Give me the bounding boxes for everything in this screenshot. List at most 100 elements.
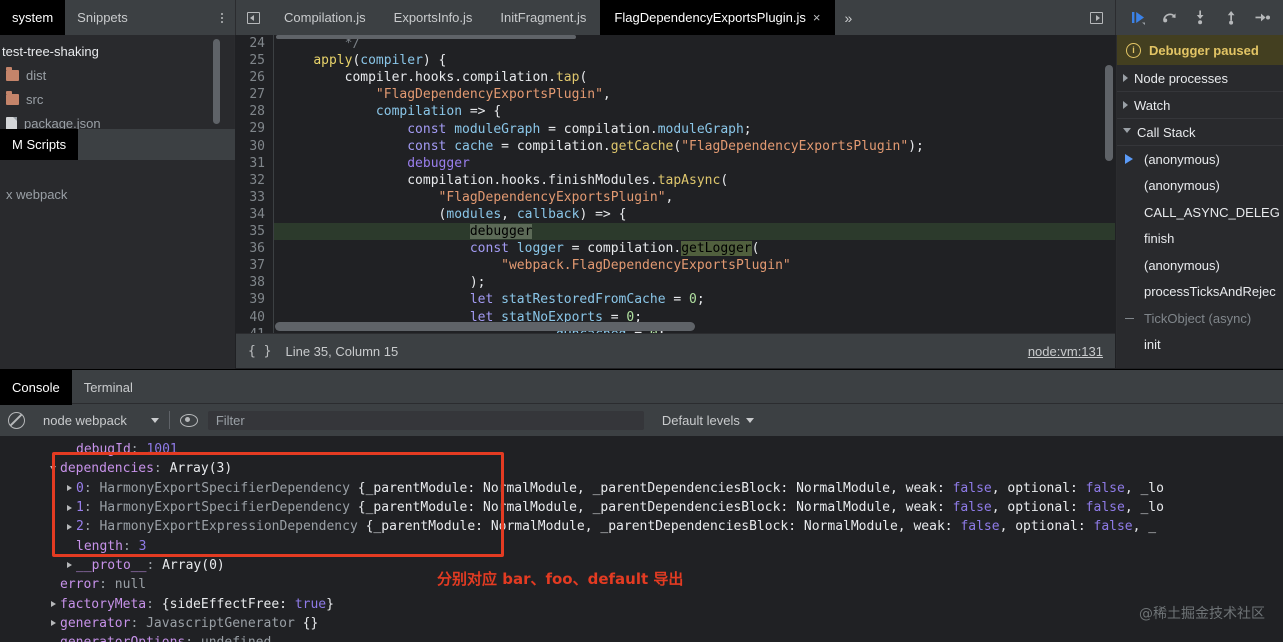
console-property-row[interactable]: debugId: 1001 (0, 440, 1283, 459)
editor-tab-exportsinfo[interactable]: ExportsInfo.js (380, 0, 487, 35)
console-property-row[interactable]: 1: HarmonyExportSpecifierDependency {_pa… (0, 498, 1283, 517)
chevron-right-icon[interactable] (62, 504, 76, 511)
code-token: apply (313, 53, 353, 69)
editor-tab-compilation[interactable]: Compilation.js (270, 0, 380, 35)
editor-tab-flagdependencyexportsplugin[interactable]: FlagDependencyExportsPlugin.js × (600, 0, 835, 35)
tree-item-dist[interactable]: dist (0, 63, 234, 87)
console-property-row[interactable]: length: 3 (0, 536, 1283, 555)
console-log-level-selector[interactable]: Default levels (662, 413, 754, 428)
editor-top-scrollbar[interactable] (276, 35, 576, 39)
line-number[interactable]: 26 (236, 69, 274, 87)
section-call-stack[interactable]: Call Stack (1117, 119, 1283, 146)
console-token: undefined (201, 635, 271, 642)
line-number[interactable]: 25 (236, 52, 274, 70)
console-property-row[interactable]: 2: HarmonyExportExpressionDependency {_p… (0, 517, 1283, 536)
code-token: compilation (282, 172, 494, 188)
sidebar-subtab-npm-scripts[interactable]: M Scripts (0, 129, 79, 160)
code-token: ( (282, 206, 447, 222)
editor-vertical-scrollbar[interactable] (1105, 65, 1113, 161)
source-origin-link[interactable]: node:vm:131 (1028, 344, 1103, 359)
drawer-tab-console[interactable]: Console (0, 370, 72, 405)
editor-tab-initfragment[interactable]: InitFragment.js (486, 0, 600, 35)
pretty-print-icon[interactable]: { } (248, 344, 271, 359)
sidebar-tab-filesystem[interactable]: system (0, 0, 66, 35)
console-context-selector[interactable]: node webpack (35, 413, 159, 428)
chevron-right-icon[interactable] (46, 601, 60, 608)
console-token: : (83, 519, 100, 535)
section-watch[interactable]: Watch (1117, 92, 1283, 119)
code-line: 32 compilation.hooks.finishModules.tapAs… (236, 171, 1115, 189)
call-stack-frame[interactable]: TickObject (async) (1117, 305, 1283, 332)
line-number[interactable]: 34 (236, 205, 274, 224)
sidebar-tab-snippets[interactable]: Snippets (65, 0, 140, 35)
editor-tab-overflow-button[interactable]: » (835, 0, 863, 35)
close-icon[interactable]: × (813, 10, 821, 25)
call-stack-frame[interactable]: init (1117, 332, 1283, 359)
console-token: , optional: (991, 500, 1086, 516)
line-number[interactable]: 32 (236, 171, 274, 189)
line-number[interactable]: 38 (236, 274, 274, 292)
console-property-row[interactable]: generatorOptions: undefined (0, 633, 1283, 642)
resume-script-execution-button[interactable] (1130, 9, 1147, 26)
console-filter-input[interactable] (207, 410, 644, 430)
drawer-tab-terminal[interactable]: Terminal (72, 370, 145, 405)
tree-item-src[interactable]: src (0, 87, 234, 111)
line-number[interactable]: 27 (236, 86, 274, 104)
console-property-row[interactable]: generator: JavascriptGenerator {} (0, 614, 1283, 633)
expand-debug-panel-button[interactable] (1082, 0, 1111, 35)
call-stack-frame[interactable]: (anonymous) (1117, 173, 1283, 200)
step-over-button[interactable] (1161, 9, 1178, 26)
console-property-text: 0: HarmonyExportSpecifierDependency {_pa… (76, 479, 1164, 498)
code-editor[interactable]: 24 */25 apply(compiler) {26 compiler.hoo… (236, 35, 1115, 333)
line-number[interactable]: 40 (236, 308, 274, 326)
console-property-row[interactable]: dependencies: Array(3) (0, 459, 1283, 478)
call-stack-frame[interactable]: CALL_ASYNC_DELEG (1117, 199, 1283, 226)
line-number[interactable]: 33 (236, 188, 274, 206)
sidebar-more-button[interactable] (221, 0, 223, 35)
code-token: ( (579, 70, 588, 86)
live-expression-icon[interactable] (179, 413, 198, 427)
console-token: , optional: (999, 519, 1094, 535)
script-item-npx-webpack[interactable]: x webpack (0, 182, 235, 206)
editor-horizontal-scrollbar[interactable] (275, 322, 695, 331)
chevron-right-icon[interactable] (62, 562, 76, 569)
line-number[interactable]: 35 (236, 223, 274, 241)
line-number[interactable]: 28 (236, 103, 274, 121)
drawer-tab-label: Terminal (83, 380, 133, 395)
step-into-button[interactable] (1192, 9, 1209, 26)
chevron-down-icon[interactable] (46, 466, 60, 472)
console-property-row[interactable]: 0: HarmonyExportSpecifierDependency {_pa… (0, 479, 1283, 498)
line-content: debugger (274, 155, 1115, 172)
clear-console-icon[interactable] (8, 411, 25, 429)
line-number[interactable]: 41 (236, 325, 274, 333)
chevron-right-icon[interactable] (46, 620, 60, 627)
console-property-row[interactable]: factoryMeta: {sideEffectFree: true} (0, 594, 1283, 613)
line-number[interactable]: 29 (236, 120, 274, 138)
call-stack-frame[interactable]: finish (1117, 226, 1283, 253)
chevron-right-icon[interactable] (62, 523, 76, 530)
code-token: moduleGraph (657, 121, 744, 137)
call-stack-frame[interactable]: (anonymous) (1117, 146, 1283, 173)
code-token: .hooks.compilation. (407, 70, 556, 86)
file-tree-scrollbar[interactable] (213, 39, 220, 124)
call-stack-list: (anonymous) (anonymous) CALL_ASYNC_DELEG fi… (1117, 146, 1283, 358)
collapse-sidebar-button[interactable] (236, 0, 270, 35)
call-stack-frame[interactable]: (anonymous) (1117, 252, 1283, 279)
tree-item-root[interactable]: test-tree-shaking (0, 39, 234, 63)
step-button[interactable] (1254, 9, 1271, 26)
step-out-button[interactable] (1223, 9, 1240, 26)
line-number[interactable]: 37 (236, 257, 274, 275)
line-number[interactable]: 30 (236, 137, 274, 155)
console-token: false (1085, 500, 1125, 516)
section-node-processes[interactable]: Node processes (1117, 65, 1283, 92)
chevron-right-icon[interactable] (62, 485, 76, 492)
call-stack-frame[interactable]: processTicksAndRejec (1117, 279, 1283, 306)
line-number[interactable]: 31 (236, 154, 274, 172)
line-number[interactable]: 36 (236, 240, 274, 258)
line-number[interactable]: 24 (236, 35, 274, 53)
line-number[interactable]: 39 (236, 291, 274, 309)
